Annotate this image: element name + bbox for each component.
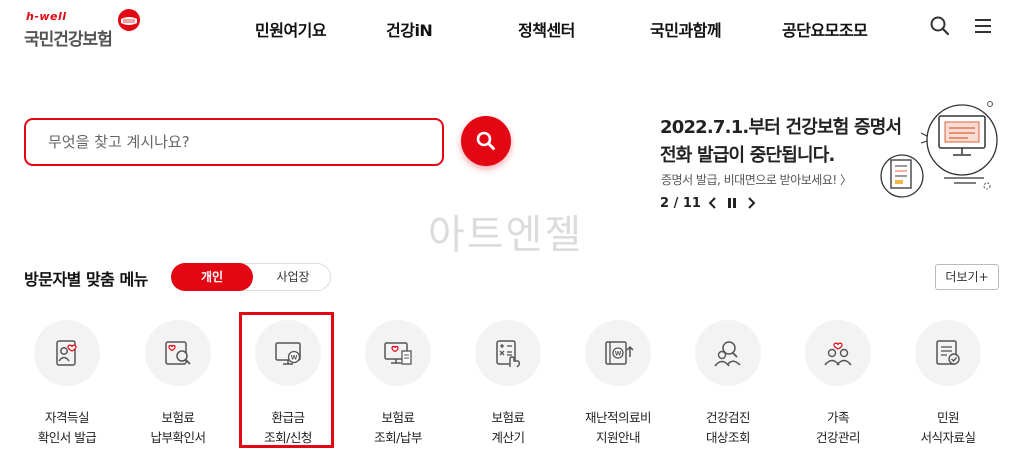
notice-title-line1: 2022.7.1.부터 건강보험 증명서 (660, 117, 902, 138)
menu-icon-circle (145, 320, 211, 386)
menu-label-line2: 서식자료실 (920, 430, 976, 445)
menu-icon-circle (915, 320, 981, 386)
watermark-text: 아트엔젤 (428, 212, 584, 258)
menu-icon-circle (695, 320, 761, 386)
nav-item-together[interactable]: 국민과함께 (650, 17, 722, 41)
menu-label-line2: 납부확인서 (150, 430, 206, 445)
menu-item-civil-forms[interactable]: 민원 서식자료실 (898, 318, 998, 448)
site-header: h-well 국민건강보험 민원여기요 건강iN 정책센터 국민과함께 공단요모… (0, 0, 1024, 56)
menu-label-line1: 보험료 (491, 410, 525, 425)
logo-name: 국민건강보험 (24, 30, 113, 50)
menu-label-line1: 민원 (936, 410, 960, 425)
menu-label-line1: 보험료 (161, 410, 195, 425)
book-won-icon: W (605, 341, 634, 365)
search-box (24, 118, 444, 166)
menu-label-line1: 건강검진 (705, 410, 751, 425)
menu-label-line1: 보험료 (381, 410, 415, 425)
hamburger-menu-icon[interactable] (971, 14, 995, 38)
banner-pager: 2 / 11 (660, 196, 701, 211)
search-button[interactable] (461, 116, 511, 166)
menu-item-family-health[interactable]: 가족 건강관리 (788, 318, 888, 448)
search-icon (476, 131, 495, 150)
menu-label-line2: 확인서 발급 (37, 430, 97, 445)
nav-item-civil[interactable]: 민원여기요 (255, 17, 327, 41)
menu-item-qualification[interactable]: 자격득실 확인서 발급 (17, 318, 117, 448)
chevron-left-icon[interactable] (706, 195, 720, 211)
nav-item-about[interactable]: 공단요모조모 (782, 17, 868, 41)
menu-item-catastrophic-medical[interactable]: W 재난적의료비 지원안내 (568, 318, 668, 448)
menu-label-line1: 자격득실 (44, 410, 90, 425)
family-heart-icon (824, 342, 852, 366)
notice-title[interactable]: 2022.7.1.부터 건강보험 증명서 전화 발급이 중단됩니다. (660, 114, 902, 170)
menu-label-line2: 계산기 (491, 430, 525, 445)
person-search-icon (714, 341, 741, 367)
toggle-business[interactable]: 사업장 (256, 264, 330, 290)
certificate-monitor-illustration-icon (880, 101, 998, 198)
menu-item-health-checkup[interactable]: 건강검진 대상조회 (678, 318, 778, 448)
menu-icon-circle (365, 320, 431, 386)
more-button[interactable]: 더보기+ (935, 264, 999, 290)
menu-label-line2: 대상조회 (705, 430, 751, 445)
nav-item-policy[interactable]: 정책센터 (518, 17, 575, 41)
menu-label-line2: 조회/납부 (374, 430, 422, 445)
menu-item-premium-calculator[interactable]: 보험료 계산기 (458, 318, 558, 448)
form-check-icon (936, 340, 960, 365)
document-search-icon (165, 341, 191, 365)
chevron-right-icon[interactable] (744, 195, 758, 211)
logo-tagline: h-well (26, 10, 67, 23)
menu-icon-circle (805, 320, 871, 386)
search-icon[interactable] (928, 14, 952, 38)
menu-icon-circle (475, 320, 541, 386)
calculator-hand-icon (496, 340, 521, 368)
menu-item-premium-payment[interactable]: 보험료 조회/납부 (348, 318, 448, 448)
menu-icon-circle: W (585, 320, 651, 386)
monitor-receipt-icon (384, 342, 412, 365)
section-title: 방문자별 맞춤 메뉴 (24, 270, 148, 289)
menu-icon-circle (34, 320, 100, 386)
nav-item-health-in[interactable]: 건강iN (386, 17, 433, 41)
menu-label-line1: 재난적의료비 (584, 410, 652, 425)
highlight-box (239, 312, 334, 448)
toggle-personal[interactable]: 개인 (171, 263, 253, 291)
notice-title-line2: 전화 발급이 중단됩니다. (660, 145, 835, 166)
logo[interactable]: h-well 국민건강보험 (22, 8, 152, 50)
notice-link[interactable]: 증명서 발급, 비대면으로 받아보세요! 〉 (661, 171, 852, 188)
menu-item-premium-receipt[interactable]: 보험료 납부확인서 (128, 318, 228, 448)
menu-label-line2: 건강관리 (815, 430, 861, 445)
visitor-type-toggle: 개인 사업장 (171, 263, 331, 291)
pause-icon[interactable] (725, 195, 739, 211)
svg-text:W: W (615, 351, 622, 358)
menu-label-line1: 가족 (826, 410, 850, 425)
mask-logo-icon (118, 9, 140, 31)
search-input[interactable] (48, 131, 428, 153)
profile-card-heart-icon (56, 340, 77, 366)
menu-label-line2: 지원안내 (595, 430, 641, 445)
